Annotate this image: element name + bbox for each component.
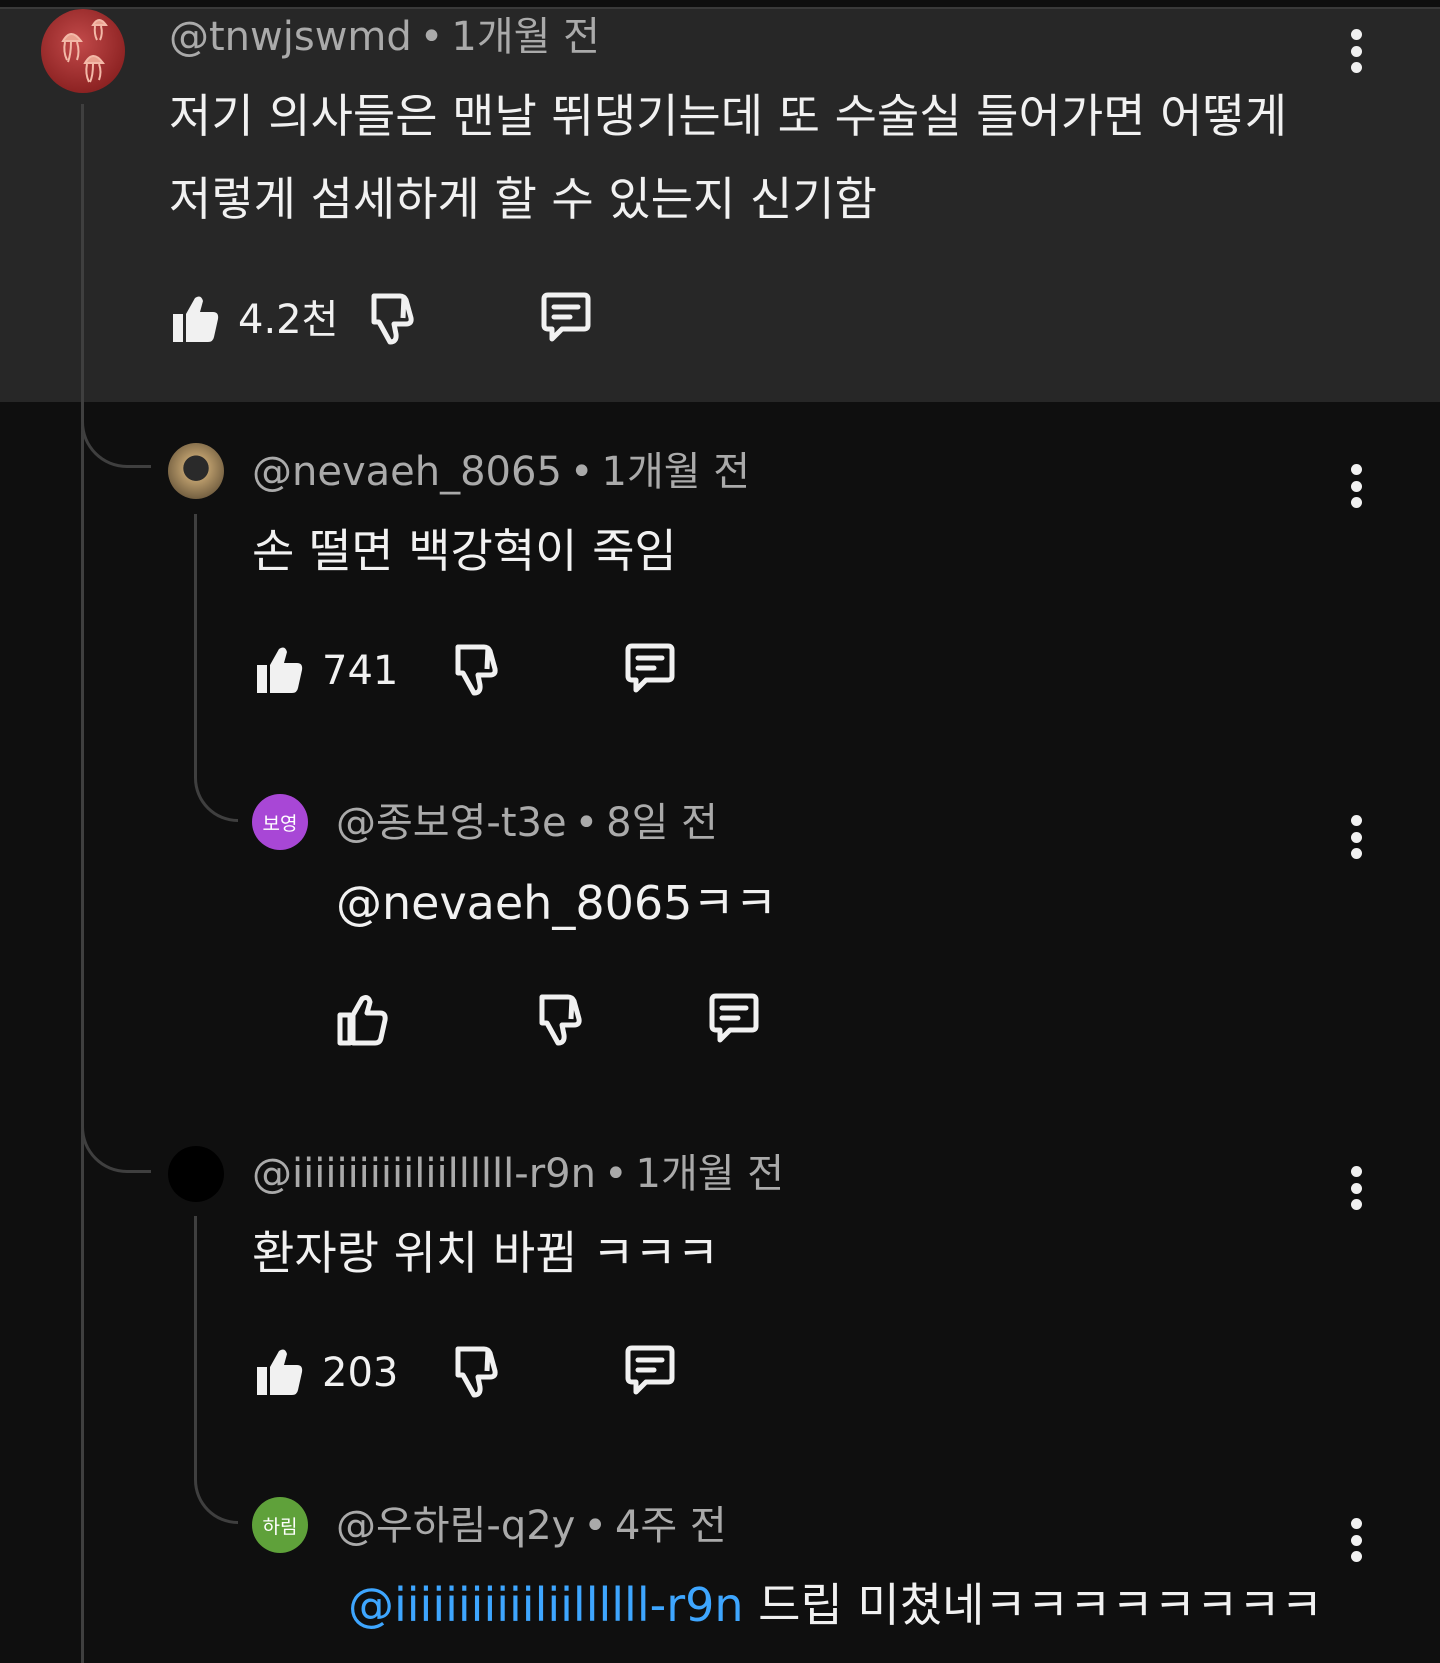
comment-meta: @tnwjswmd • 1개월 전 <box>169 17 600 57</box>
thread-line-sub-2 <box>194 1216 197 1456</box>
comment-text: 손 떨면 백강혁이 죽임 <box>252 524 677 578</box>
comment-text-line-1: 저기 의사들은 맨날 뛰댕기는데 또 수술실 들어가면 어떻게 <box>169 89 1288 143</box>
thumbs-down-icon <box>371 293 414 345</box>
author-handle[interactable]: @종보영-t3e <box>336 800 567 846</box>
like-button[interactable] <box>251 641 307 697</box>
timestamp[interactable]: 1개월 전 <box>636 1151 785 1197</box>
thumbs-down-icon <box>455 1346 498 1398</box>
timestamp[interactable]: 4주 전 <box>615 1503 727 1549</box>
avatar[interactable] <box>168 1146 224 1202</box>
like-button[interactable] <box>334 991 390 1047</box>
like-count: 4.2천 <box>238 297 339 343</box>
thumbs-up-icon <box>257 647 303 693</box>
separator: • <box>583 1503 607 1549</box>
avatar-initials: 보영 <box>262 812 298 835</box>
reply-icon <box>625 643 675 693</box>
comment-text: @nevaeh_8065ㅋㅋ <box>336 876 778 930</box>
like-button[interactable] <box>251 1343 307 1399</box>
thumbs-up-icon <box>173 296 219 342</box>
dislike-button[interactable] <box>532 991 588 1047</box>
avatar[interactable]: 하림 <box>252 1497 308 1553</box>
jellyfish-icon <box>61 19 108 83</box>
thread-branch-2a <box>194 1456 238 1524</box>
reply-button[interactable] <box>622 1343 678 1399</box>
author-handle[interactable]: @nevaeh_8065 <box>252 449 562 495</box>
thumbs-down-icon <box>539 994 582 1046</box>
timestamp[interactable]: 1개월 전 <box>602 449 751 495</box>
comment-meta: @우하림-q2y • 4주 전 <box>336 1506 727 1546</box>
separator: • <box>603 1151 628 1197</box>
like-count: 741 <box>322 648 399 694</box>
more-options-button[interactable] <box>1346 1166 1366 1210</box>
reply-icon <box>625 1345 675 1395</box>
thread-branch-1a <box>194 754 238 822</box>
thread-branch-1 <box>81 400 151 468</box>
like-button[interactable] <box>167 290 223 346</box>
more-options-button[interactable] <box>1346 815 1366 859</box>
comment-meta: @iiiiiiiiiiiliillllll-r9n • 1개월 전 <box>252 1154 784 1194</box>
author-handle[interactable]: @tnwjswmd <box>169 14 412 60</box>
reply-button[interactable] <box>622 641 678 697</box>
comment-meta: @nevaeh_8065 • 1개월 전 <box>252 452 750 492</box>
more-options-button[interactable] <box>1346 29 1366 73</box>
thread-branch-2 <box>81 1105 151 1173</box>
more-vert-icon <box>1350 815 1362 826</box>
thread-line-main <box>81 104 84 1663</box>
dislike-button[interactable] <box>448 641 504 697</box>
comment-text-line-2: 저렇게 섬세하게 할 수 있는지 신기함 <box>169 172 877 226</box>
like-count: 203 <box>322 1350 399 1396</box>
more-options-button[interactable] <box>1346 1518 1366 1562</box>
timestamp[interactable]: 8일 전 <box>606 800 718 846</box>
comment-text: 환자랑 위치 바뀜 ㅋㅋㅋ <box>252 1226 720 1280</box>
reply-button[interactable] <box>538 290 594 346</box>
separator: • <box>574 800 599 846</box>
comment-text-rest: 드립 미쳤네ㅋㅋㅋㅋㅋㅋㅋㅋ <box>743 1578 1323 1632</box>
dislike-button[interactable] <box>364 290 420 346</box>
separator: • <box>569 449 594 495</box>
author-handle[interactable]: @iiiiiiiiiiiliillllll-r9n <box>252 1151 596 1197</box>
more-vert-icon <box>1350 29 1362 40</box>
more-vert-icon <box>1350 464 1362 475</box>
comment-meta: @종보영-t3e • 8일 전 <box>336 803 718 843</box>
dislike-button[interactable] <box>448 1343 504 1399</box>
mention-link[interactable]: @iiiiiiiiiiiliillllll-r9n <box>348 1578 744 1632</box>
more-vert-icon <box>1350 1166 1362 1177</box>
comments-page: @tnwjswmd • 1개월 전 저기 의사들은 맨날 뛰댕기는데 또 수술실 들… <box>0 0 1440 1663</box>
reply-icon <box>541 292 591 342</box>
more-options-button[interactable] <box>1346 464 1366 508</box>
comment-text: @iiiiiiiiiiiliillllll-r9n 드립 미쳤네ㅋㅋㅋㅋㅋㅋㅋㅋ <box>348 1582 1323 1628</box>
reply-icon <box>709 993 759 1043</box>
separator: • <box>419 14 444 60</box>
thread-line-sub-1 <box>194 514 197 754</box>
thumbs-down-icon <box>455 644 498 696</box>
avatar[interactable]: 보영 <box>252 794 308 850</box>
reply-button[interactable] <box>706 991 762 1047</box>
thumbs-up-icon <box>257 1349 303 1395</box>
avatar[interactable] <box>168 443 224 499</box>
more-vert-icon <box>1350 1518 1362 1529</box>
thumbs-up-icon <box>337 995 388 1046</box>
timestamp[interactable]: 1개월 전 <box>451 14 600 60</box>
author-handle[interactable]: @우하림-q2y <box>336 1503 575 1549</box>
top-divider <box>0 0 1440 9</box>
avatar-initials: 하림 <box>262 1515 298 1538</box>
avatar[interactable] <box>41 9 125 93</box>
